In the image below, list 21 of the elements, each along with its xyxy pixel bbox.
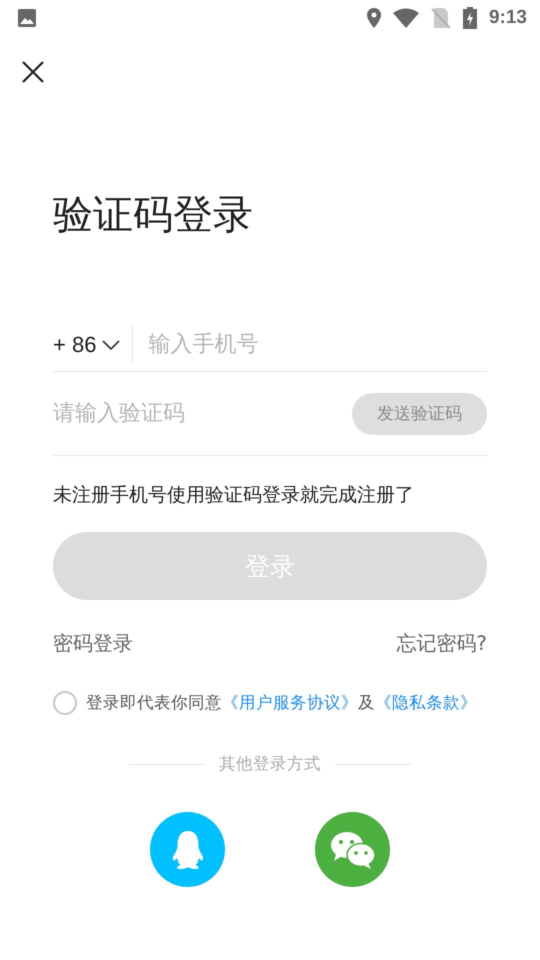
chevron-down-icon xyxy=(102,340,120,350)
battery-icon xyxy=(462,7,477,29)
forgot-password-link[interactable]: 忘记密码? xyxy=(396,630,487,657)
close-icon xyxy=(21,60,45,84)
agreement-text: 登录即代表你同意《用户服务协议》及《隐私条款》 xyxy=(86,692,477,714)
terms-link[interactable]: 《隐私条款》 xyxy=(375,693,477,712)
password-login-link[interactable]: 密码登录 xyxy=(53,630,133,657)
location-icon xyxy=(366,8,381,28)
no-sim-icon xyxy=(430,7,451,29)
agreement-checkbox[interactable] xyxy=(53,691,77,715)
registration-hint: 未注册手机号使用验证码登录就完成注册了 xyxy=(53,483,414,508)
verification-code-field[interactable]: 请输入验证码 xyxy=(53,396,352,432)
clock-time: 9:13 xyxy=(488,7,527,29)
phone-input-field[interactable]: 输入手机号 xyxy=(148,326,487,362)
wifi-icon xyxy=(392,8,419,28)
chat-bubbles-icon xyxy=(330,830,376,870)
gallery-icon xyxy=(17,8,37,28)
page-title: 验证码登录 xyxy=(53,191,253,240)
other-login-label: 其他登录方式 xyxy=(219,753,321,775)
country-code-selector[interactable]: + 86 xyxy=(53,332,120,358)
terms-link[interactable]: 《用户服务协议》 xyxy=(222,693,358,712)
